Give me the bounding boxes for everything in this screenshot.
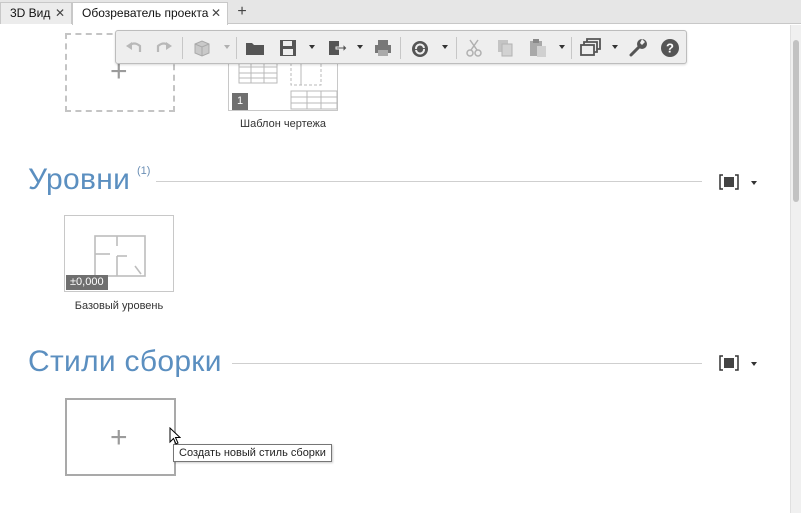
create-assembly-style-button[interactable]: + [65, 398, 176, 476]
tab-label: 3D Вид [10, 6, 51, 20]
3d-box-icon[interactable] [191, 37, 213, 59]
level-caption: Базовый уровень [74, 300, 164, 312]
cut-icon[interactable] [463, 37, 485, 59]
chevron-down-icon[interactable] [611, 43, 619, 51]
save-icon[interactable] [277, 37, 299, 59]
mouse-cursor-icon [169, 427, 181, 445]
chevron-down-icon[interactable] [308, 43, 316, 51]
levels-section-title: Уровни [28, 163, 131, 196]
paste-icon[interactable] [527, 37, 549, 59]
plus-icon: + [110, 421, 128, 454]
chevron-down-icon[interactable] [750, 360, 758, 368]
open-folder-icon[interactable] [244, 37, 266, 59]
print-icon[interactable] [372, 37, 394, 59]
wrench-icon[interactable] [627, 37, 649, 59]
add-tab-button[interactable]: + [232, 3, 252, 23]
tab-3d-view[interactable]: 3D Вид ✕ [0, 2, 72, 24]
tab-project-browser[interactable]: Обозреватель проекта ✕ [72, 2, 228, 25]
chevron-down-icon[interactable] [223, 43, 231, 51]
scrollbar-thumb[interactable] [793, 40, 799, 202]
chevron-down-icon[interactable] [441, 43, 449, 51]
copy-icon[interactable] [494, 37, 516, 59]
quick-access-toolbar: ? [115, 30, 687, 64]
layers-icon[interactable] [579, 37, 601, 59]
tab-label: Обозреватель проекта [82, 6, 209, 20]
chevron-down-icon[interactable] [750, 179, 758, 187]
assembly-styles-section-title: Стили сборки [28, 345, 222, 378]
level-card[interactable]: ±0,000 [64, 215, 174, 292]
view-mode-icon[interactable] [719, 355, 739, 371]
close-icon[interactable]: ✕ [211, 3, 221, 24]
tab-bar: 3D Вид ✕ Обозреватель проекта ✕ + [0, 0, 801, 25]
close-icon[interactable]: ✕ [55, 3, 65, 24]
undo-icon[interactable] [123, 37, 145, 59]
sync-icon[interactable] [409, 37, 431, 59]
sheet-number-badge: 1 [232, 93, 249, 110]
project-browser-window: 3D Вид ✕ Обозреватель проекта ✕ + + 1 Ша… [0, 0, 801, 513]
vertical-scrollbar[interactable] [790, 25, 801, 513]
drawing-template-caption: Шаблон чертежа [240, 118, 326, 130]
svg-text:?: ? [666, 41, 674, 56]
export-icon[interactable] [326, 37, 348, 59]
chevron-down-icon[interactable] [356, 43, 364, 51]
tooltip: Создать новый стиль сборки [173, 444, 332, 462]
redo-icon[interactable] [153, 37, 175, 59]
elevation-badge: ±0,000 [66, 275, 108, 290]
view-mode-icon[interactable] [719, 174, 739, 190]
help-icon[interactable]: ? [659, 37, 681, 59]
chevron-down-icon[interactable] [558, 43, 566, 51]
levels-count: (1) [137, 165, 151, 177]
